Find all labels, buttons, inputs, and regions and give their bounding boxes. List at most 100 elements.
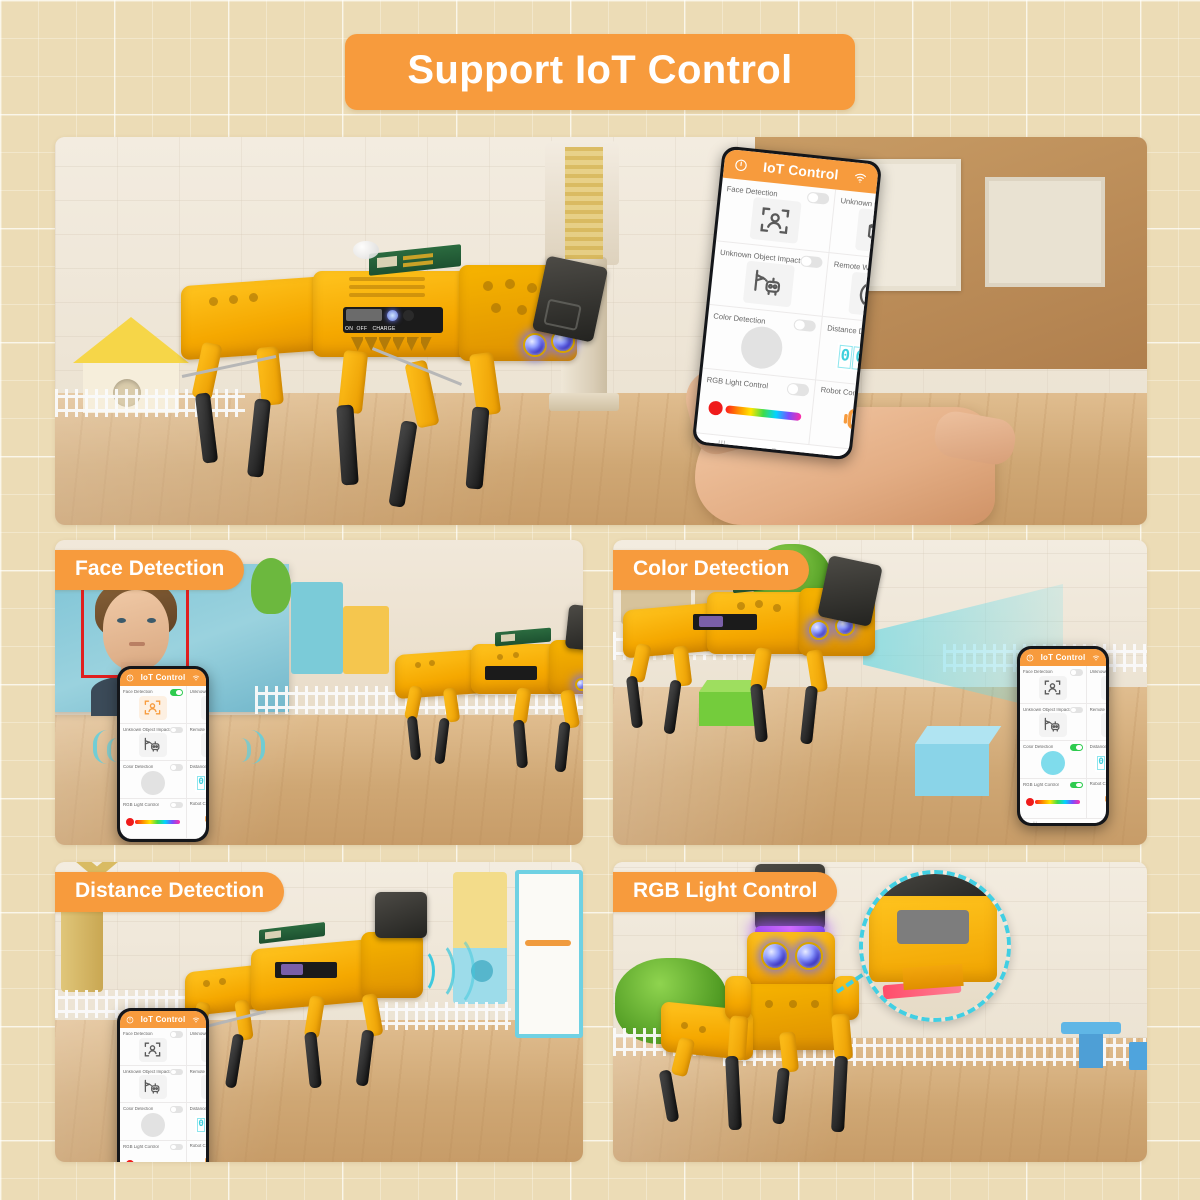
toggle-rgb-light-control[interactable] bbox=[786, 382, 810, 397]
impact-robot-icon[interactable] bbox=[1038, 713, 1067, 738]
nav-recents-button[interactable]: ||| bbox=[1033, 822, 1038, 823]
rgb-slider-knob[interactable] bbox=[1025, 797, 1034, 806]
toggle-face-detection[interactable] bbox=[169, 689, 183, 696]
power-icon[interactable] bbox=[734, 157, 749, 172]
card-unknown-object[interactable]: Unknown Object bbox=[186, 686, 206, 724]
card-label-rgb-light-control: RGB Light Control bbox=[1023, 782, 1059, 787]
robot-dog: ON OFF CHARGE bbox=[173, 241, 609, 525]
card-header: Color Detection bbox=[123, 1106, 183, 1113]
card-distance-detection[interactable]: Distance Detection 0000 bbox=[186, 761, 206, 799]
page-title: Support IoT Control bbox=[345, 34, 855, 110]
robot-icon[interactable] bbox=[1103, 786, 1106, 815]
robot-icon[interactable] bbox=[203, 1148, 206, 1162]
rgb-gradient-bar[interactable] bbox=[135, 819, 180, 825]
card-color-detection[interactable]: Color Detection bbox=[120, 761, 187, 799]
toggle-face-detection[interactable] bbox=[1069, 669, 1083, 676]
rgb-slider-knob[interactable] bbox=[708, 400, 724, 416]
card-unknown-object-impact[interactable]: Unknown Object Impact bbox=[1020, 703, 1087, 742]
card-rgb-light-control[interactable]: RGB Light Control bbox=[120, 798, 187, 839]
card-remote-warning[interactable]: Remote Warning bbox=[1086, 704, 1106, 742]
nav-back-button[interactable]: ‹ bbox=[1091, 822, 1093, 823]
card-body bbox=[836, 206, 879, 256]
card-label-unknown-object: Unknown Object bbox=[189, 690, 206, 695]
toggle-color-detection[interactable] bbox=[169, 1106, 183, 1113]
card-robot-control[interactable]: Robot Control bbox=[186, 799, 206, 839]
card-robot-control[interactable]: Robot Control bbox=[187, 1141, 206, 1162]
card-unknown-object[interactable]: Unknown Object bbox=[829, 189, 879, 264]
nav-home-button[interactable]: ○ bbox=[1063, 822, 1067, 823]
card-remote-warning[interactable]: Remote Warning bbox=[186, 724, 206, 762]
face-scan-icon[interactable] bbox=[1038, 675, 1067, 700]
card-unknown-object-impact[interactable]: Unknown Object Impact bbox=[120, 1065, 187, 1104]
toggle-color-detection[interactable] bbox=[169, 764, 183, 771]
phone-device-face[interactable]: IoT Control Face Detection Unknown Objec… bbox=[117, 666, 209, 842]
card-face-detection[interactable]: Face Detection bbox=[1020, 666, 1087, 704]
power-icon[interactable] bbox=[126, 1016, 134, 1024]
rgb-slider-knob[interactable] bbox=[125, 1159, 134, 1162]
card-rgb-light-control[interactable]: RGB Light Control bbox=[695, 368, 817, 446]
rgb-gradient-bar[interactable] bbox=[724, 405, 802, 421]
toggle-rgb-light-control[interactable] bbox=[169, 1143, 183, 1151]
rgb-slider[interactable] bbox=[125, 817, 180, 826]
power-icon[interactable] bbox=[1026, 654, 1034, 662]
rgb-slider-knob[interactable] bbox=[125, 817, 134, 826]
face-scan-icon[interactable] bbox=[138, 1037, 167, 1062]
impact-robot-icon[interactable] bbox=[138, 733, 167, 758]
toggle-unknown-object-impact[interactable] bbox=[169, 1068, 183, 1076]
card-label-unknown-object-impact: Unknown Object Impact bbox=[123, 1069, 170, 1074]
card-rgb-light-control[interactable]: RGB Light Control bbox=[1020, 778, 1087, 820]
toggle-rgb-light-control[interactable] bbox=[169, 801, 183, 809]
card-distance-detection[interactable]: Distance Detection 0000 bbox=[1086, 741, 1106, 779]
card-unknown-object-impact[interactable]: Unknown Object Impact bbox=[709, 241, 830, 317]
color-swatch[interactable] bbox=[1040, 750, 1065, 775]
card-rgb-light-control[interactable]: RGB Light Control bbox=[120, 1140, 187, 1162]
phone-device-color[interactable]: IoT Control Face Detection Unknown Objec… bbox=[1017, 646, 1109, 826]
card-body bbox=[123, 1112, 183, 1137]
toggle-face-detection[interactable] bbox=[169, 1031, 183, 1038]
nav-back-button[interactable]: ‹ bbox=[821, 451, 826, 458]
box-question-icon[interactable] bbox=[200, 695, 206, 720]
card-remote-warning[interactable]: Remote Warning bbox=[186, 1066, 206, 1104]
box-question-icon[interactable] bbox=[1100, 675, 1106, 700]
toggle-unknown-object-impact[interactable] bbox=[169, 726, 183, 734]
control-card-grid: Face Detection Unknown Object Unknown Ob… bbox=[695, 177, 879, 456]
color-swatch[interactable] bbox=[140, 770, 165, 795]
card-header: Unknown Object Impact bbox=[1023, 706, 1083, 714]
card-color-detection[interactable]: Color Detection bbox=[120, 1103, 187, 1141]
impact-robot-icon[interactable] bbox=[742, 260, 795, 308]
segment-digit: 0 bbox=[197, 775, 206, 790]
toggle-rgb-light-control[interactable] bbox=[1069, 781, 1083, 789]
robot-icon[interactable] bbox=[203, 806, 206, 835]
card-color-detection[interactable]: Color Detection bbox=[702, 304, 824, 381]
box-question-icon[interactable] bbox=[200, 1037, 206, 1062]
rgb-slider[interactable] bbox=[1025, 797, 1080, 806]
card-face-detection[interactable]: Face Detection bbox=[120, 686, 187, 724]
rgb-slider[interactable] bbox=[125, 1159, 180, 1162]
signal-waves-icon[interactable] bbox=[200, 1075, 206, 1100]
signal-waves-icon[interactable] bbox=[1100, 713, 1106, 738]
card-color-detection[interactable]: Color Detection bbox=[1020, 741, 1087, 779]
impact-robot-icon[interactable] bbox=[138, 1075, 167, 1100]
rgb-slider[interactable] bbox=[708, 400, 802, 423]
face-scan-icon[interactable] bbox=[749, 197, 802, 244]
phone-screen-distance: IoT Control Face Detection Unknown Objec… bbox=[120, 1011, 206, 1162]
face-scan-icon[interactable] bbox=[138, 695, 167, 720]
toggle-unknown-object-impact[interactable] bbox=[1069, 706, 1083, 714]
rgb-gradient-bar[interactable] bbox=[1035, 799, 1080, 805]
phone-device-distance[interactable]: IoT Control Face Detection Unknown Objec… bbox=[117, 1008, 209, 1162]
toggle-color-detection[interactable] bbox=[1069, 744, 1083, 751]
card-face-detection[interactable]: Face Detection bbox=[716, 177, 837, 254]
toy-block-blue bbox=[1129, 1042, 1147, 1070]
color-swatch[interactable] bbox=[140, 1112, 165, 1137]
card-unknown-object-impact[interactable]: Unknown Object Impact bbox=[120, 723, 187, 762]
card-robot-control[interactable]: Robot Control bbox=[1086, 779, 1106, 820]
signal-waves-icon[interactable] bbox=[200, 733, 206, 758]
card-distance-detection[interactable]: Distance Detection 0019 bbox=[186, 1103, 206, 1141]
power-icon[interactable] bbox=[126, 674, 134, 682]
card-face-detection[interactable]: Face Detection bbox=[120, 1028, 187, 1066]
card-unknown-object[interactable]: Unknown Object bbox=[186, 1028, 206, 1066]
phone-device-main[interactable]: IoT Control Face Detection Unknown Objec… bbox=[691, 145, 883, 461]
card-header: Face Detection bbox=[123, 689, 183, 696]
color-swatch[interactable] bbox=[739, 325, 785, 371]
card-unknown-object[interactable]: Unknown Object bbox=[1086, 666, 1106, 704]
